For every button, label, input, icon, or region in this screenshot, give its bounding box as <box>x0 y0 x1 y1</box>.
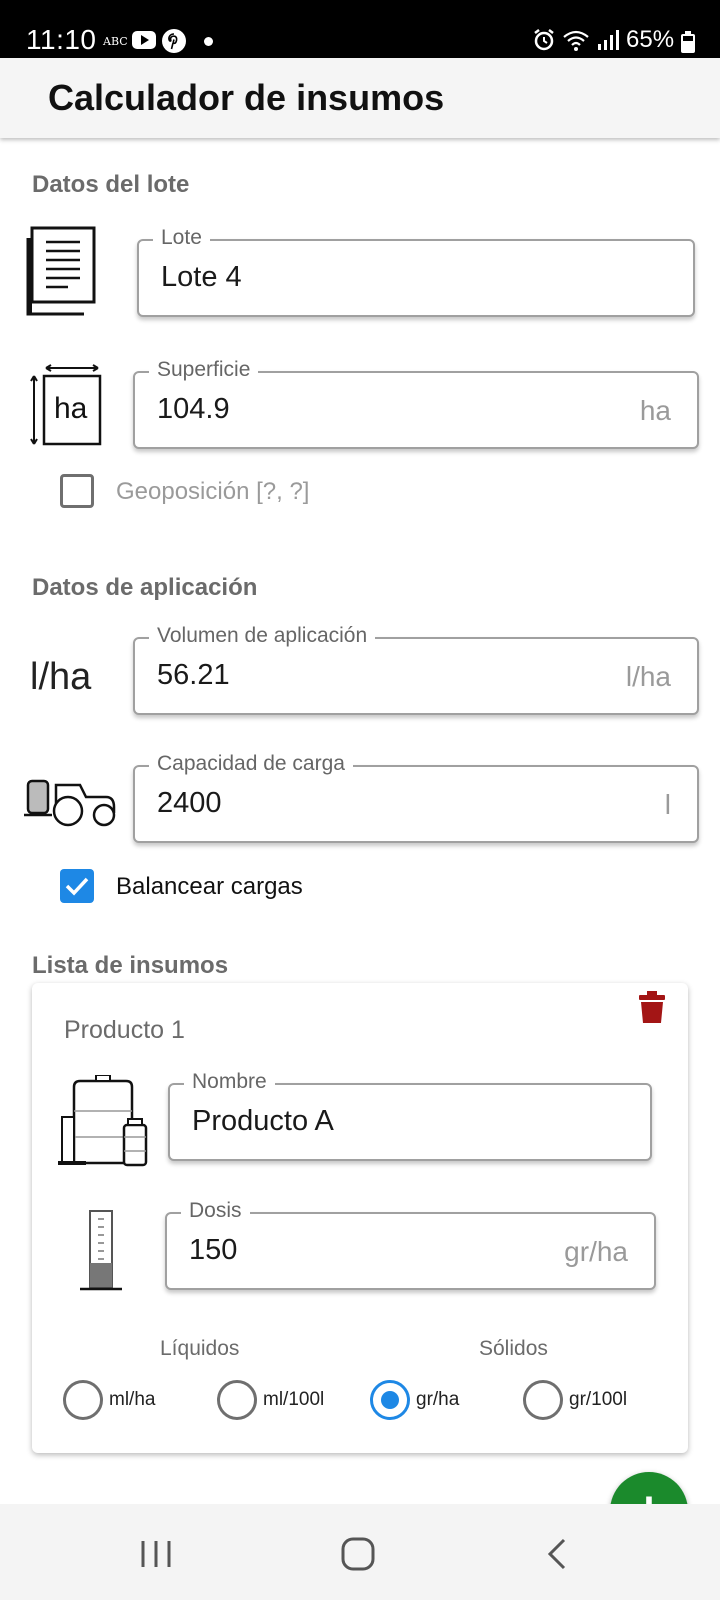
capacidad-field-value[interactable]: 2400 <box>157 787 222 820</box>
lote-field-label: Lote <box>153 225 210 251</box>
dosis-field[interactable]: Dosis 150 gr/ha <box>165 1198 656 1290</box>
lote-field[interactable]: Lote Lote 4 <box>137 225 695 317</box>
section-title-insumos: Lista de insumos <box>32 952 229 979</box>
back-icon[interactable] <box>546 1538 570 1570</box>
alarm-icon <box>534 29 554 51</box>
product-card: Producto 1 Nombre Producto A Dosis 150 g… <box>32 983 688 1453</box>
notification-dot-icon <box>204 37 213 46</box>
recent-apps-icon[interactable] <box>140 1540 172 1568</box>
battery-icon <box>681 31 695 53</box>
volume-lha-icon: l/ha <box>30 656 92 698</box>
nombre-field-value[interactable]: Producto A <box>192 1105 334 1138</box>
youtube-icon <box>132 31 156 49</box>
balancear-checkbox[interactable] <box>60 869 94 903</box>
solidos-label: Sólidos <box>479 1337 548 1360</box>
check-icon <box>65 877 89 896</box>
dosis-field-value[interactable]: 150 <box>189 1234 237 1267</box>
capacidad-unit: l <box>664 789 671 820</box>
wifi-icon <box>563 30 589 51</box>
geoposition-checkbox[interactable] <box>60 474 94 508</box>
dosis-unit: gr/ha <box>564 1236 628 1267</box>
battery-percent: 65% <box>626 26 675 53</box>
area-ha-icon-text: ha <box>54 392 88 425</box>
home-icon[interactable] <box>340 1536 376 1572</box>
dosis-field-label: Dosis <box>181 1198 250 1224</box>
lote-field-value[interactable]: Lote 4 <box>161 261 242 294</box>
liquidos-label: Líquidos <box>160 1337 240 1360</box>
section-title-lote: Datos del lote <box>32 171 190 198</box>
signal-icon <box>598 30 619 50</box>
geoposition-label: Geoposición [?, ?] <box>116 478 310 505</box>
capacidad-field-label: Capacidad de carga <box>149 751 353 777</box>
unit-radio-ml-ha[interactable] <box>63 1380 103 1420</box>
superficie-field-label: Superficie <box>149 357 259 383</box>
balancear-label: Balancear cargas <box>116 873 303 900</box>
app-bar: Calculador de insumos <box>0 58 720 138</box>
tractor-icon <box>24 779 116 827</box>
volumen-field[interactable]: Volumen de aplicación 56.21 l/ha <box>133 623 699 715</box>
unit-radio-gr-100l[interactable] <box>523 1380 563 1420</box>
trash-icon[interactable] <box>638 991 666 1023</box>
volumen-unit: l/ha <box>625 661 671 692</box>
abc-icon: ABC <box>103 35 128 48</box>
document-icon <box>26 226 96 316</box>
unit-label-gr-ha: gr/ha <box>416 1389 460 1410</box>
superficie-unit: ha <box>639 395 671 426</box>
app-screen: 11:10 ABC 65% Calculador de insumos Dato… <box>0 0 720 1600</box>
product-containers-icon <box>58 1075 148 1167</box>
volumen-field-value[interactable]: 56.21 <box>157 659 230 692</box>
unit-label-ml-100l: ml/100l <box>263 1389 325 1410</box>
status-bar: 11:10 ABC 65% <box>0 0 720 58</box>
volumen-field-label: Volumen de aplicación <box>149 623 376 649</box>
status-time: 11:10 <box>26 24 97 55</box>
page-title: Calculador de insumos <box>48 77 445 118</box>
nombre-field-label: Nombre <box>184 1069 275 1095</box>
section-title-aplicacion: Datos de aplicación <box>32 574 258 601</box>
system-nav-bar <box>0 1504 720 1600</box>
superficie-field[interactable]: Superficie 104.9 ha <box>133 357 699 449</box>
pinterest-icon <box>162 29 186 53</box>
unit-label-ml-ha: ml/ha <box>109 1389 156 1410</box>
product-title: Producto 1 <box>64 1016 185 1044</box>
unit-radio-gr-ha[interactable] <box>370 1380 410 1420</box>
unit-radio-ml-100l[interactable] <box>217 1380 257 1420</box>
superficie-field-value[interactable]: 104.9 <box>157 393 230 426</box>
nombre-field[interactable]: Nombre Producto A <box>168 1069 652 1161</box>
graduated-cylinder-icon <box>80 1210 122 1291</box>
unit-label-gr-100l: gr/100l <box>569 1389 628 1410</box>
capacidad-field[interactable]: Capacidad de carga 2400 l <box>133 751 699 843</box>
